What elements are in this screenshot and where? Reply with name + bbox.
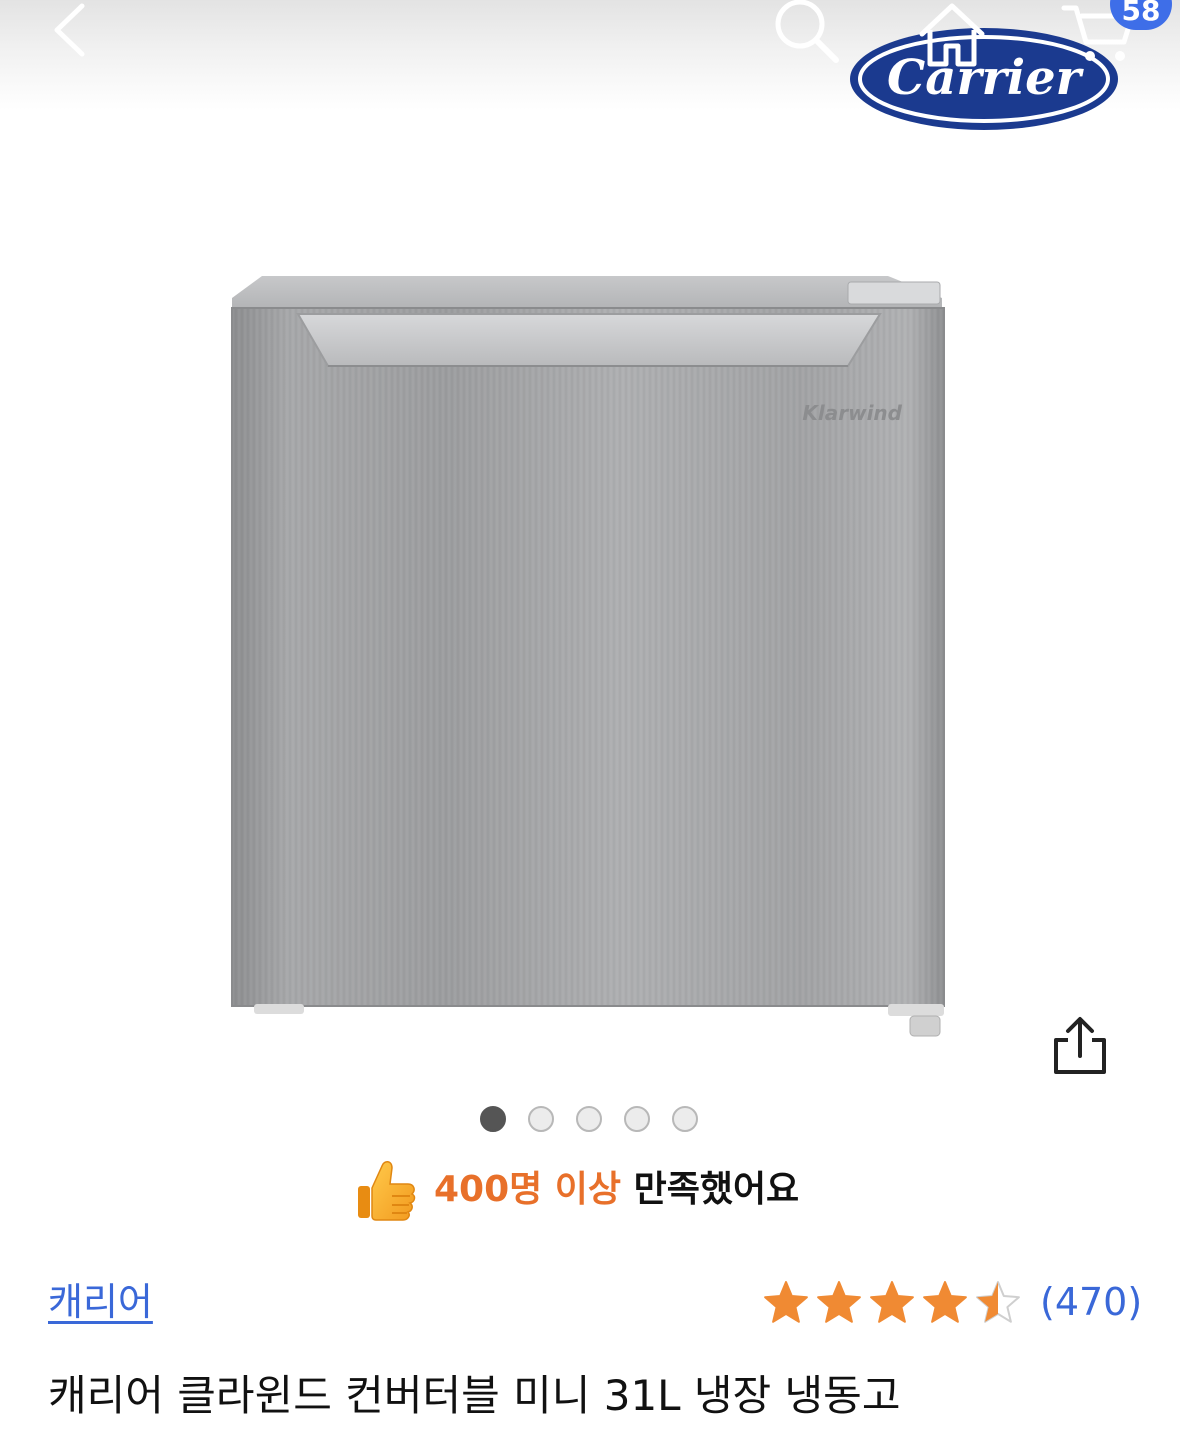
chevron-left-icon (54, 3, 85, 57)
brand-link[interactable]: 캐리어 (48, 1278, 153, 1326)
star-icon (817, 1281, 861, 1323)
carousel-dot[interactable] (576, 1106, 602, 1132)
carousel-dot[interactable] (480, 1106, 506, 1132)
carousel-dot[interactable] (672, 1106, 698, 1132)
share-icon (1054, 1017, 1106, 1074)
satisfaction-banner: 400명 이상 만족했어요 (356, 1156, 876, 1222)
star-icon (870, 1281, 914, 1323)
search-icon (775, 0, 839, 63)
star-icon (923, 1281, 967, 1323)
home-icon (919, 3, 985, 67)
satisfaction-text: 400명 이상 만족했어요 (434, 1168, 799, 1212)
door-badge: Klarwind (802, 401, 902, 425)
review-count[interactable]: (470) (1040, 1278, 1142, 1326)
product-image[interactable]: Klarwind (220, 268, 960, 1048)
star-icon (764, 1281, 808, 1323)
satisfaction-highlight: 400명 이상 (434, 1169, 622, 1210)
product-detail-page: Carrier 58 Klarwind 400명 이상 만족했어요 캐리어 (4… (0, 0, 1180, 1440)
product-title: 캐리어 클라윈드 컨버터블 미니 31L 냉장 냉동고 (48, 1371, 901, 1420)
search-button[interactable] (770, 0, 844, 70)
rating-summary[interactable]: (470) (760, 1276, 1160, 1330)
carousel-dot[interactable] (528, 1106, 554, 1132)
carousel-indicator (480, 1106, 704, 1134)
home-button[interactable] (912, 0, 992, 72)
back-button[interactable] (40, 0, 100, 64)
satisfaction-rest: 만족했어요 (621, 1169, 800, 1210)
star-rating (764, 1281, 1020, 1323)
thumbs-up-icon (358, 1161, 416, 1221)
share-button[interactable] (1050, 1014, 1112, 1078)
carousel-dot[interactable] (624, 1106, 650, 1132)
